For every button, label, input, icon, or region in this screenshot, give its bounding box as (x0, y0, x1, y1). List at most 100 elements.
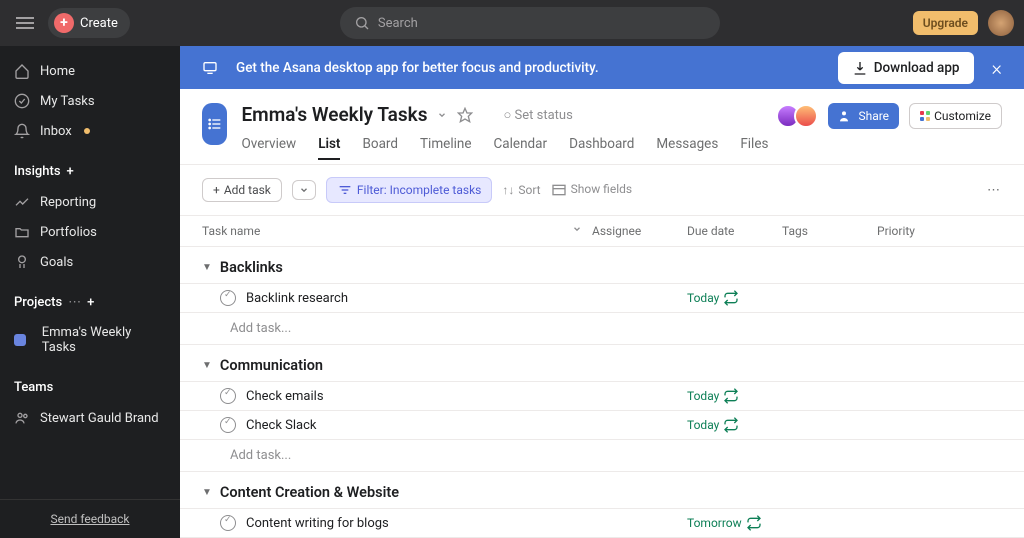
col-taskname[interactable]: Task name (202, 224, 572, 238)
due-date[interactable]: Today (687, 417, 782, 433)
user-avatar[interactable] (988, 10, 1014, 36)
tab-dashboard[interactable]: Dashboard (569, 136, 634, 160)
bell-icon (14, 123, 30, 139)
fields-icon (551, 182, 567, 198)
section-header[interactable]: ▼ Communication (180, 345, 1024, 382)
caret-down-icon: ▼ (202, 262, 212, 273)
list-toolbar: + Add task Filter: Incomplete tasks ↑↓ S… (180, 165, 1024, 215)
col-tags[interactable]: Tags (782, 224, 877, 238)
home-icon (14, 63, 30, 79)
screen-icon (202, 60, 218, 76)
grid-icon (920, 111, 930, 121)
sort-button[interactable]: ↑↓ Sort (502, 183, 540, 197)
more-actions-icon[interactable]: ⋯ (987, 183, 1002, 198)
sidebar-item-portfolios[interactable]: Portfolios (0, 217, 180, 247)
nav-inbox[interactable]: Inbox (0, 116, 180, 146)
create-label: Create (80, 16, 118, 31)
tab-board[interactable]: Board (362, 136, 398, 160)
project-header: Emma's Weekly Tasks ○ Set status Overvie… (180, 89, 1024, 164)
project-tabs: Overview List Board Timeline Calendar Da… (241, 136, 768, 164)
complete-circle-icon[interactable] (220, 388, 236, 404)
column-headers: Task name Assignee Due date Tags Priorit… (180, 215, 1024, 247)
more-icon[interactable]: ⋯ (68, 295, 81, 310)
complete-circle-icon[interactable] (220, 515, 236, 531)
task-name: Content writing for blogs (246, 516, 389, 531)
tab-overview[interactable]: Overview (241, 136, 296, 160)
tab-timeline[interactable]: Timeline (420, 136, 472, 160)
search-input[interactable]: Search (340, 7, 720, 39)
goal-icon (14, 254, 30, 270)
task-row[interactable]: Backlink research Today (180, 283, 1024, 313)
send-feedback-link[interactable]: Send feedback (0, 499, 180, 538)
plus-circle-icon: + (54, 13, 74, 33)
chart-icon (14, 194, 30, 210)
add-task-inline[interactable]: Add task... (180, 313, 1024, 345)
sidebar-section-projects[interactable]: Projects ⋯ + (0, 287, 180, 318)
task-name: Check Slack (246, 418, 316, 433)
search-icon (354, 15, 370, 31)
tab-calendar[interactable]: Calendar (494, 136, 548, 160)
repeat-icon (723, 417, 739, 433)
task-name: Check emails (246, 389, 324, 404)
section-header[interactable]: ▼ Content Creation & Website (180, 472, 1024, 509)
sidebar-section-insights[interactable]: Insights + (0, 156, 180, 187)
tab-messages[interactable]: Messages (656, 136, 718, 160)
chevron-down-icon[interactable] (572, 224, 582, 234)
sidebar-item-reporting[interactable]: Reporting (0, 187, 180, 217)
main-content: Get the Asana desktop app for better foc… (180, 46, 1024, 538)
create-button[interactable]: + Create (48, 8, 130, 38)
task-row[interactable]: Content writing for blogs Tomorrow (180, 508, 1024, 538)
show-fields-button[interactable]: Show fields (551, 182, 632, 198)
repeat-icon (746, 515, 762, 531)
avatar (794, 104, 818, 128)
sidebar-section-teams[interactable]: Teams (0, 372, 180, 403)
people-icon (14, 410, 30, 426)
set-status-button[interactable]: ○ Set status (503, 107, 572, 123)
nav-mytasks[interactable]: My Tasks (0, 86, 180, 116)
top-bar: + Create Search Upgrade (0, 0, 1024, 46)
plus-icon[interactable]: + (67, 164, 74, 179)
task-row[interactable]: Check emails Today (180, 381, 1024, 411)
sidebar-item-goals[interactable]: Goals (0, 247, 180, 277)
due-date[interactable]: Today (687, 388, 782, 404)
nav-mytasks-label: My Tasks (40, 94, 95, 109)
nav-home-label: Home (40, 64, 75, 79)
sidebar-project-item[interactable]: Emma's Weekly Tasks (0, 318, 180, 362)
col-due[interactable]: Due date (687, 224, 782, 238)
due-date[interactable]: Today (687, 290, 782, 306)
nav-home[interactable]: Home (0, 56, 180, 86)
plus-icon[interactable]: + (87, 295, 94, 310)
col-assignee[interactable]: Assignee (592, 224, 687, 238)
upgrade-button[interactable]: Upgrade (913, 11, 978, 35)
add-task-inline[interactable]: Add task... (180, 440, 1024, 472)
project-color-icon (14, 334, 26, 346)
share-button[interactable]: Share (828, 103, 899, 129)
people-icon (838, 108, 854, 124)
add-task-button[interactable]: + Add task (202, 178, 282, 202)
star-icon[interactable] (457, 107, 473, 123)
member-avatars[interactable] (782, 104, 818, 128)
task-row[interactable]: Check Slack Today (180, 410, 1024, 440)
due-date[interactable]: Tomorrow (687, 515, 782, 531)
hamburger-menu-icon[interactable] (10, 8, 40, 38)
section-header[interactable]: ▼ Backlinks (180, 247, 1024, 284)
caret-down-icon: ▼ (202, 487, 212, 498)
complete-circle-icon[interactable] (220, 417, 236, 433)
tab-files[interactable]: Files (740, 136, 768, 160)
sidebar-team-item[interactable]: Stewart Gauld Brand (0, 403, 180, 433)
task-name: Backlink research (246, 291, 348, 306)
add-task-dropdown[interactable] (292, 180, 316, 200)
repeat-icon (723, 290, 739, 306)
tab-list[interactable]: List (318, 136, 340, 160)
project-icon (202, 103, 227, 145)
repeat-icon (723, 388, 739, 404)
caret-down-icon: ▼ (202, 360, 212, 371)
complete-circle-icon[interactable] (220, 290, 236, 306)
close-banner-icon[interactable]: × (992, 56, 1002, 80)
filter-button[interactable]: Filter: Incomplete tasks (326, 177, 492, 203)
download-app-button[interactable]: Download app (838, 52, 974, 84)
desktop-app-banner: Get the Asana desktop app for better foc… (180, 46, 1024, 89)
customize-button[interactable]: Customize (909, 103, 1002, 129)
chevron-down-icon[interactable] (437, 110, 447, 120)
col-priority[interactable]: Priority (877, 224, 972, 238)
